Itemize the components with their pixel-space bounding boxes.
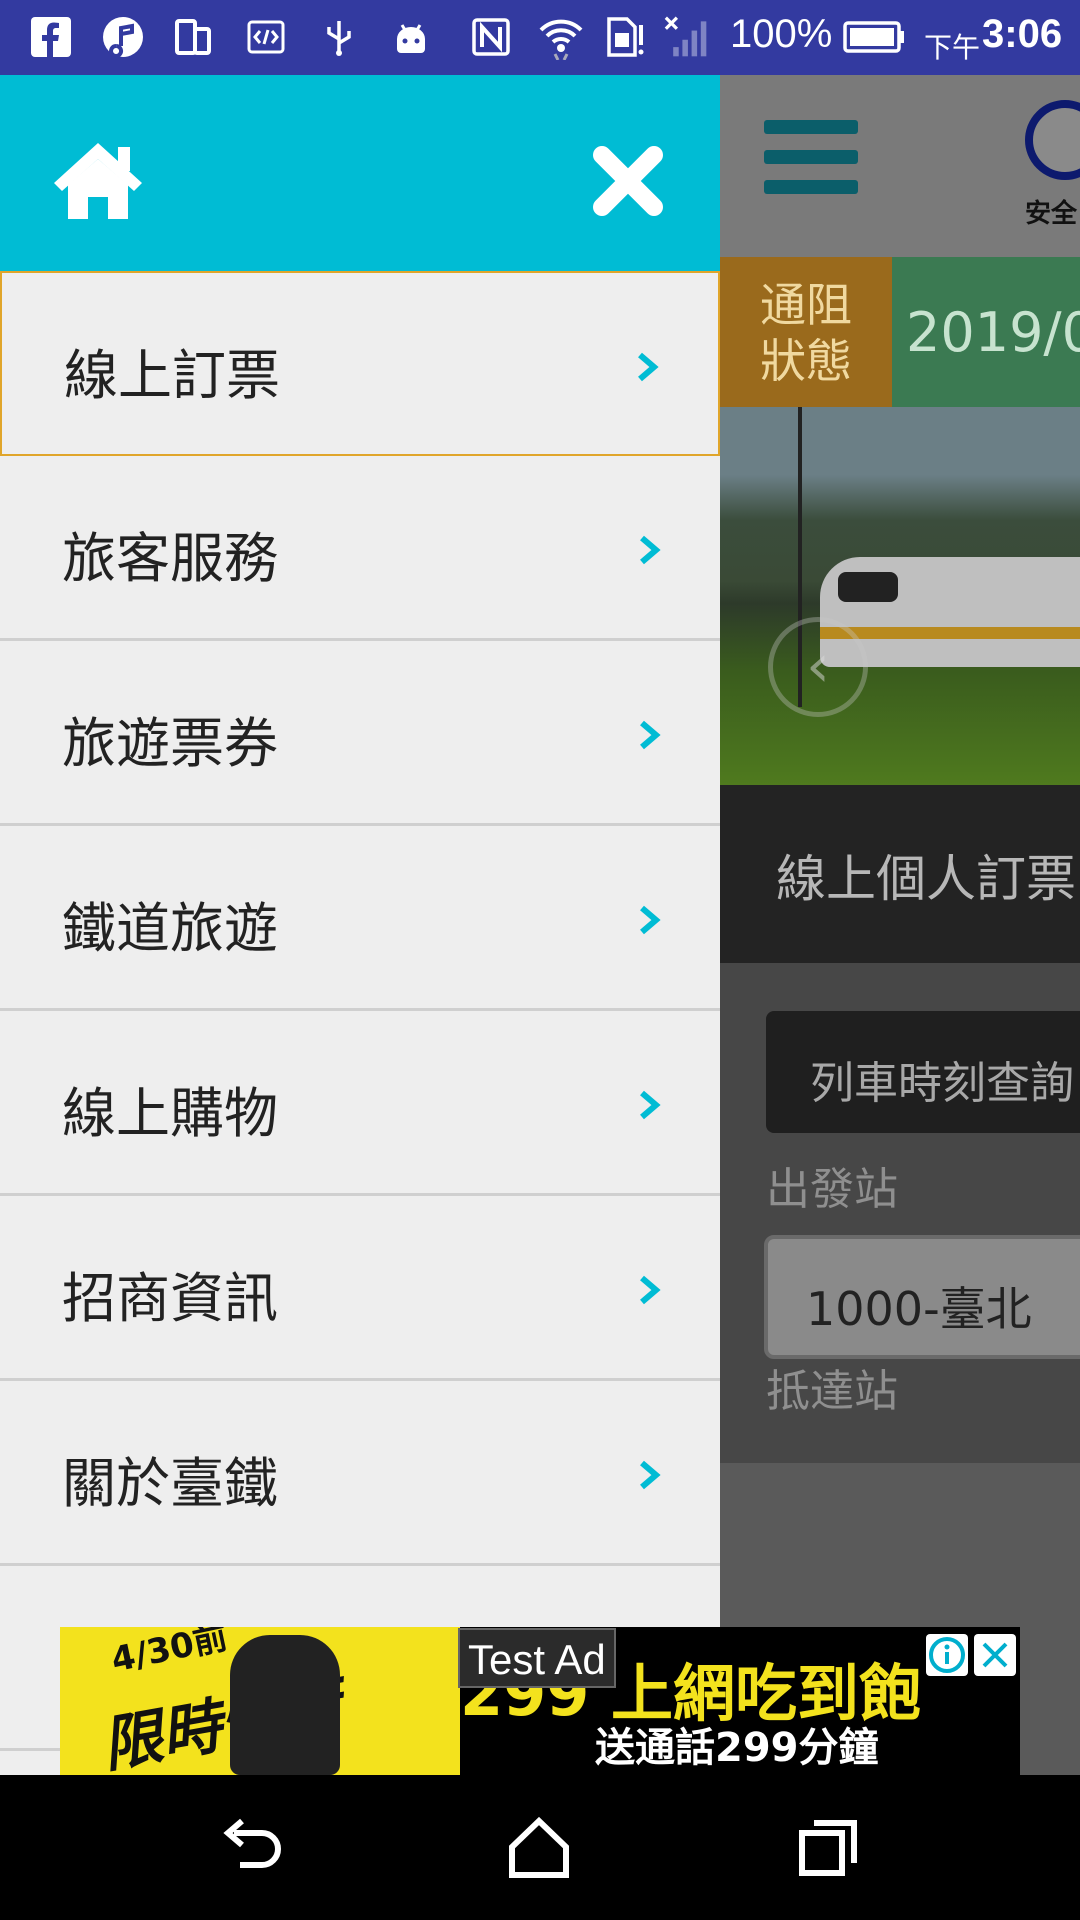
background-app: 安全 通阻 狀態 2019/0 ‹ 線上個人訂票 列車時刻查詢 出發站 1000… bbox=[720, 75, 1080, 1775]
usb-icon bbox=[316, 14, 362, 60]
menu-item-online-shopping[interactable]: 線上購物 bbox=[0, 1011, 720, 1196]
arrival-label: 抵達站 bbox=[766, 1366, 898, 1417]
service-status-tag-line1: 通阻 bbox=[760, 278, 852, 332]
dual-screen-icon bbox=[170, 14, 216, 60]
menu-item-label: 線上訂票 bbox=[64, 344, 280, 407]
departure-station-select[interactable]: 1000-臺北 bbox=[764, 1235, 1080, 1359]
menu-item-business-info[interactable]: 招商資訊 bbox=[0, 1196, 720, 1381]
train-stripe bbox=[820, 627, 1080, 639]
battery-percent: 100% bbox=[730, 12, 833, 56]
ad-promo-panel: 4/30前 限時快衝 bbox=[60, 1627, 460, 1775]
menu-item-label: 關於臺鐵 bbox=[62, 1452, 278, 1515]
service-status-tag-line2: 狀態 bbox=[760, 334, 852, 388]
logo-caption: 安全 bbox=[1025, 199, 1078, 229]
app-header: 安全 bbox=[720, 75, 1080, 257]
menu-item-label: 旅客服務 bbox=[62, 527, 278, 590]
time-period: 下午 bbox=[924, 31, 981, 64]
navigation-drawer: 線上訂票 旅客服務 旅遊票券 鐵道旅遊 線上購物 招商資訊 關於臺鐵 bbox=[0, 75, 720, 1775]
hamburger-menu-icon[interactable] bbox=[764, 120, 858, 198]
ad-info-icon[interactable] bbox=[926, 1634, 968, 1676]
android-icon bbox=[388, 14, 434, 60]
test-ad-badge: Test Ad bbox=[458, 1628, 616, 1688]
hero-carousel[interactable]: ‹ bbox=[720, 407, 1080, 785]
back-icon[interactable] bbox=[218, 1813, 288, 1883]
ad-date-text: 4/30前 bbox=[107, 1627, 231, 1681]
menu-item-label: 旅遊票券 bbox=[62, 712, 278, 775]
timetable-query-button[interactable]: 列車時刻查詢 bbox=[766, 1011, 1080, 1133]
music-app-icon bbox=[100, 14, 146, 60]
chevron-right-icon bbox=[638, 352, 659, 382]
chevron-right-icon bbox=[640, 720, 661, 750]
menu-item-label: 線上購物 bbox=[62, 1082, 278, 1145]
ad-sub-text: 送通話299分鐘 bbox=[595, 1725, 879, 1771]
menu-item-about-tra[interactable]: 關於臺鐵 bbox=[0, 1381, 720, 1566]
promo-bar[interactable]: 線上個人訂票 bbox=[720, 785, 1080, 963]
code-icon bbox=[243, 14, 289, 60]
booking-form: 列車時刻查詢 出發站 1000-臺北 抵達站 bbox=[720, 963, 1080, 1463]
promo-title: 線上個人訂票 bbox=[776, 850, 1076, 908]
carousel-prev-button[interactable]: ‹ bbox=[768, 617, 868, 717]
departure-label: 出發站 bbox=[766, 1164, 898, 1215]
chevron-right-icon bbox=[640, 1460, 661, 1490]
clock: 3:06 bbox=[982, 12, 1063, 56]
runner-image bbox=[230, 1635, 340, 1775]
tra-logo-icon bbox=[1025, 100, 1080, 180]
wifi-icon bbox=[538, 14, 584, 60]
sim-icon bbox=[602, 14, 648, 60]
no-signal-icon bbox=[664, 14, 710, 60]
close-icon[interactable] bbox=[590, 143, 666, 219]
menu-item-railway-tourism[interactable]: 鐵道旅遊 bbox=[0, 826, 720, 1011]
battery-icon bbox=[842, 14, 906, 60]
system-nav-bar bbox=[0, 1775, 1080, 1920]
recents-icon[interactable] bbox=[794, 1813, 864, 1883]
home-nav-icon[interactable] bbox=[504, 1813, 574, 1883]
chevron-right-icon bbox=[640, 1275, 661, 1305]
facebook-icon bbox=[28, 14, 74, 60]
departure-station-value: 1000-臺北 bbox=[806, 1282, 1032, 1336]
nfc-icon bbox=[468, 14, 514, 60]
menu-item-passenger-service[interactable]: 旅客服務 bbox=[0, 456, 720, 641]
chevron-right-icon bbox=[640, 535, 661, 565]
service-status-tag: 通阻 狀態 bbox=[720, 257, 892, 407]
drawer-header bbox=[0, 75, 720, 271]
service-status-date: 2019/0 bbox=[906, 301, 1080, 364]
chevron-right-icon bbox=[640, 1090, 661, 1120]
status-bar: 100% 下午 3:06 bbox=[0, 0, 1080, 75]
timetable-query-label: 列車時刻查詢 bbox=[810, 1058, 1074, 1109]
home-icon[interactable] bbox=[48, 137, 148, 227]
train-window bbox=[838, 572, 898, 602]
chevron-right-icon bbox=[640, 905, 661, 935]
menu-item-label: 招商資訊 bbox=[62, 1267, 278, 1330]
menu-item-label: 鐵道旅遊 bbox=[62, 897, 278, 960]
drawer-menu-list: 線上訂票 旅客服務 旅遊票券 鐵道旅遊 線上購物 招商資訊 關於臺鐵 bbox=[0, 271, 720, 1751]
ad-close-icon[interactable] bbox=[974, 1634, 1016, 1676]
menu-item-travel-tickets[interactable]: 旅遊票券 bbox=[0, 641, 720, 826]
service-status-bar[interactable]: 通阻 狀態 2019/0 bbox=[720, 257, 1080, 407]
menu-item-online-booking[interactable]: 線上訂票 bbox=[0, 271, 720, 456]
